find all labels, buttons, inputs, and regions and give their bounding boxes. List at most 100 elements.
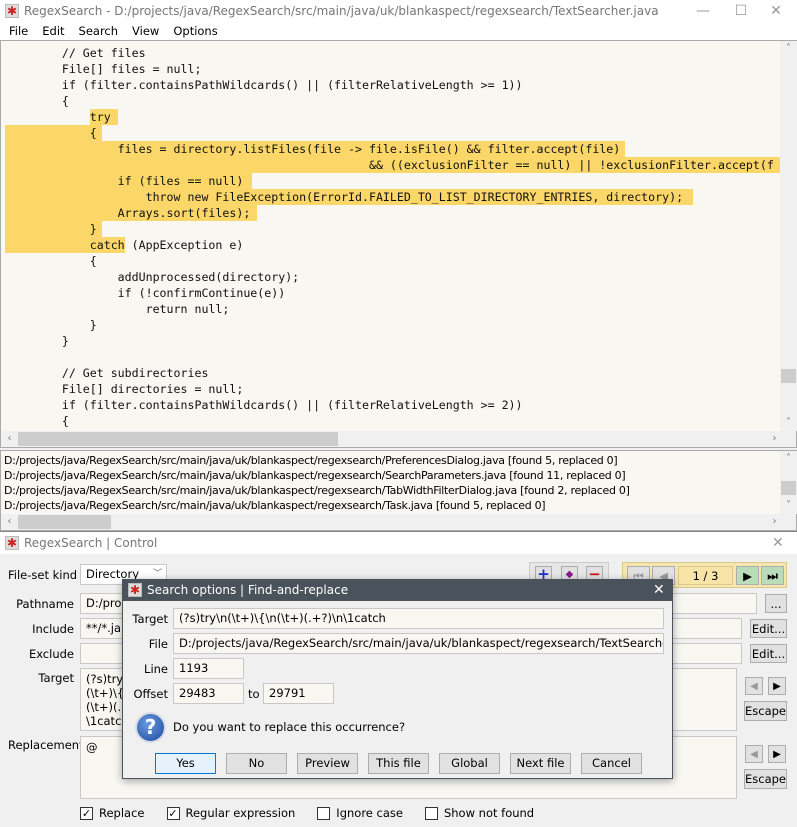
global-button[interactable]: Global <box>439 753 500 774</box>
window-title: RegexSearch - D:/projects/java/RegexSear… <box>24 4 659 18</box>
exclude-label: Exclude <box>28 647 74 661</box>
menu-file[interactable]: File <box>2 22 35 40</box>
code-text: // Get files File[] files = null; if (fi… <box>6 45 774 429</box>
next-icon[interactable]: ▶ <box>736 566 759 585</box>
scroll-thumb[interactable] <box>781 369 796 383</box>
code-line: if (files == null) <box>6 174 244 188</box>
code-line: // Get subdirectories <box>6 366 209 380</box>
next-file-button[interactable]: Next file <box>510 753 571 774</box>
page-indicator: 1 / 3 <box>678 566 733 585</box>
scroll-down-icon[interactable]: ˅ <box>780 498 797 514</box>
target-label: Target <box>38 671 74 685</box>
scroll-down-icon[interactable]: ˅ <box>780 415 797 431</box>
control-close-button[interactable]: ✕ <box>772 532 784 554</box>
include-edit-button[interactable]: Edit... <box>750 619 787 638</box>
target-history-next-icon[interactable]: ▶ <box>768 677 786 695</box>
horizontal-scrollbar[interactable]: ‹ › <box>1 514 796 530</box>
regular-expression-checkbox[interactable]: ✓ Regular expression <box>166 806 295 820</box>
checkbox-checked-icon: ✓ <box>80 806 93 820</box>
scroll-up-icon[interactable]: ˄ <box>780 451 797 467</box>
scroll-right-icon[interactable]: › <box>766 431 783 447</box>
menu-edit[interactable]: Edit <box>35 22 71 40</box>
menu-bar: File Edit Search View Options <box>0 22 797 40</box>
dialog-offset-label: Offset <box>133 687 168 701</box>
result-item[interactable]: D:/projects/java/RegexSearch/src/main/ja… <box>1 453 796 468</box>
checkbox-label: Ignore case <box>336 806 403 820</box>
control-title: RegexSearch | Control <box>24 536 158 550</box>
checkbox-label: Replace <box>99 806 145 820</box>
checkbox-label: Show not found <box>443 806 535 820</box>
replacement-history-prev-icon[interactable]: ◀ <box>745 745 763 763</box>
replacement-history-next-icon[interactable]: ▶ <box>768 745 786 763</box>
code-line: files = directory.listFiles(file -> file… <box>6 142 621 156</box>
dialog-close-button[interactable]: ✕ <box>653 580 665 601</box>
scroll-thumb[interactable] <box>18 432 338 446</box>
code-line: File[] directories = null; <box>6 382 244 396</box>
preview-button[interactable]: Preview <box>297 753 358 774</box>
cancel-button[interactable]: Cancel <box>581 753 642 774</box>
close-button[interactable]: ✕ <box>753 0 797 22</box>
code-line: } <box>6 334 69 348</box>
code-line: && ((exclusionFilter == null) || !exclus… <box>6 158 774 172</box>
result-item[interactable]: D:/projects/java/RegexSearch/src/main/ja… <box>1 468 796 483</box>
show-not-found-checkbox[interactable]: Show not found <box>424 806 535 820</box>
pathname-label: Pathname <box>16 597 74 611</box>
result-item[interactable]: D:/projects/java/RegexSearch/src/main/ja… <box>1 498 796 513</box>
scroll-left-icon[interactable]: ‹ <box>1 514 18 530</box>
code-line: // Get files <box>6 46 146 60</box>
scroll-thumb[interactable] <box>781 481 796 495</box>
horizontal-scrollbar[interactable]: ‹ › <box>1 431 796 447</box>
find-replace-dialog: ✱ Search options | Find-and-replace ✕ Ta… <box>122 579 673 779</box>
target-escape-button[interactable]: Escape <box>744 701 787 721</box>
code-line: { <box>6 414 69 428</box>
code-line: } <box>6 318 97 332</box>
include-label: Include <box>32 622 74 636</box>
menu-options[interactable]: Options <box>166 22 224 40</box>
vertical-scrollbar[interactable]: ˄ ˅ <box>780 451 797 514</box>
replacement-label: Replacement <box>8 738 84 752</box>
scroll-right-icon[interactable]: › <box>766 514 783 530</box>
yes-button[interactable]: Yes <box>155 753 216 774</box>
scroll-left-icon[interactable]: ‹ <box>1 431 18 447</box>
checkbox-checked-icon: ✓ <box>166 806 180 820</box>
dialog-title: Search options | Find-and-replace <box>147 583 349 597</box>
code-editor[interactable]: // Get files File[] files = null; if (fi… <box>0 40 797 448</box>
checkbox-unchecked-icon <box>424 806 438 820</box>
code-line: { <box>6 94 69 108</box>
no-button[interactable]: No <box>226 753 287 774</box>
code-line: File[] files = null; <box>6 62 202 76</box>
vertical-scrollbar[interactable]: ˄ ˅ <box>780 41 797 431</box>
scroll-up-icon[interactable]: ˄ <box>780 41 797 57</box>
ignore-case-checkbox[interactable]: Ignore case <box>317 806 403 820</box>
dialog-file-field: D:/projects/java/RegexSearch/src/main/ja… <box>173 633 664 654</box>
dialog-target-label: Target <box>132 612 168 626</box>
dialog-title-bar: ✱ Search options | Find-and-replace ✕ <box>123 580 672 601</box>
code-line: addUnprocessed(directory); <box>6 270 300 284</box>
dialog-line-field: 1193 <box>173 658 244 679</box>
code-line: { <box>6 126 97 140</box>
control-title-bar: ✱ RegexSearch | Control ✕ <box>0 532 797 554</box>
code-line: if (filter.containsPathWildcards() || (f… <box>6 78 523 92</box>
replace-checkbox[interactable]: ✓ Replace <box>80 806 145 820</box>
results-list[interactable]: D:/projects/java/RegexSearch/src/main/ja… <box>0 450 797 531</box>
checkbox-unchecked-icon <box>317 806 331 820</box>
scroll-thumb[interactable] <box>18 515 111 529</box>
app-icon: ✱ <box>5 4 19 18</box>
options-checkboxes: ✓ Replace ✓ Regular expression Ignore case… <box>80 806 534 820</box>
code-line: try <box>6 110 111 124</box>
question-icon: ? <box>135 712 166 743</box>
target-history-prev-icon[interactable]: ◀ <box>745 677 763 695</box>
menu-search[interactable]: Search <box>72 22 126 40</box>
file-set-kind-label: File-set kind <box>8 568 78 582</box>
replacement-escape-button[interactable]: Escape <box>744 769 787 789</box>
dialog-to-label: to <box>248 687 260 701</box>
exclude-edit-button[interactable]: Edit... <box>750 644 787 663</box>
menu-view[interactable]: View <box>125 22 166 40</box>
last-icon[interactable]: ⏭ <box>761 566 784 585</box>
result-item[interactable]: D:/projects/java/RegexSearch/src/main/ja… <box>1 483 796 498</box>
this-file-button[interactable]: This file <box>368 753 429 774</box>
dialog-offset-to-field: 29791 <box>263 683 334 704</box>
browse-button[interactable]: ... <box>765 594 787 613</box>
dialog-question: Do you want to replace this occurrence? <box>173 720 406 734</box>
